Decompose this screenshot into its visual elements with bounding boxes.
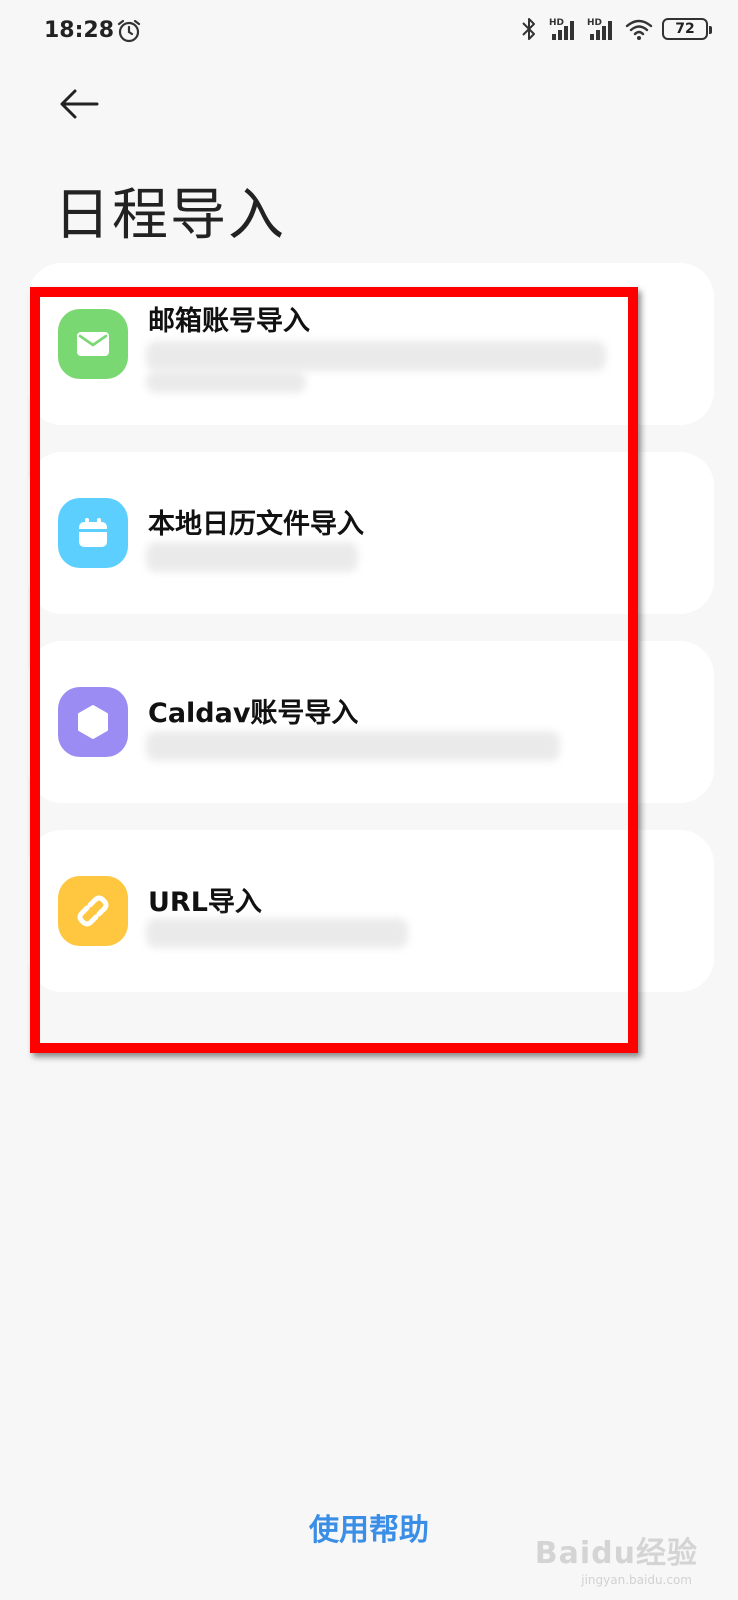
arrow-left-icon: [60, 89, 99, 119]
screen: 18:28 HD HD 72 日程导入 邮箱账号导入 本地日历文件导入 Cald…: [0, 0, 738, 1600]
import-option-mail[interactable]: 邮箱账号导入: [28, 263, 714, 425]
bluetooth-icon: [522, 18, 535, 40]
signal-icon-1: HD: [549, 18, 574, 40]
status-time: 18:28: [44, 18, 115, 43]
link-icon: [58, 876, 128, 946]
hexagon-icon: [58, 687, 128, 757]
import-option-local-file[interactable]: 本地日历文件导入: [28, 452, 714, 614]
status-bar: 18:28 HD HD 72: [0, 0, 738, 62]
wifi-icon: [625, 19, 653, 40]
watermark-url: jingyan.baidu.com: [581, 1573, 692, 1587]
import-option-title: 邮箱账号导入: [148, 306, 310, 337]
import-option-caldav[interactable]: Caldav账号导入: [28, 641, 714, 803]
page-title: 日程导入: [54, 183, 286, 248]
import-option-title: 本地日历文件导入: [148, 509, 364, 540]
back-button[interactable]: [54, 84, 104, 124]
battery-indicator: 72: [662, 18, 712, 40]
watermark-logo: Baidu经验: [534, 1536, 698, 1571]
import-option-title: Caldav账号导入: [148, 698, 359, 729]
network-label-1: HD: [549, 18, 564, 28]
alarm-icon: [117, 19, 141, 43]
calendar-icon: [58, 498, 128, 568]
import-option-title: URL导入: [148, 887, 262, 918]
status-icons: HD HD 72: [518, 16, 712, 42]
signal-icon-2: HD: [587, 18, 612, 40]
mail-icon: [58, 309, 128, 379]
import-option-url[interactable]: URL导入: [28, 830, 714, 992]
network-label-2: HD: [587, 18, 602, 28]
